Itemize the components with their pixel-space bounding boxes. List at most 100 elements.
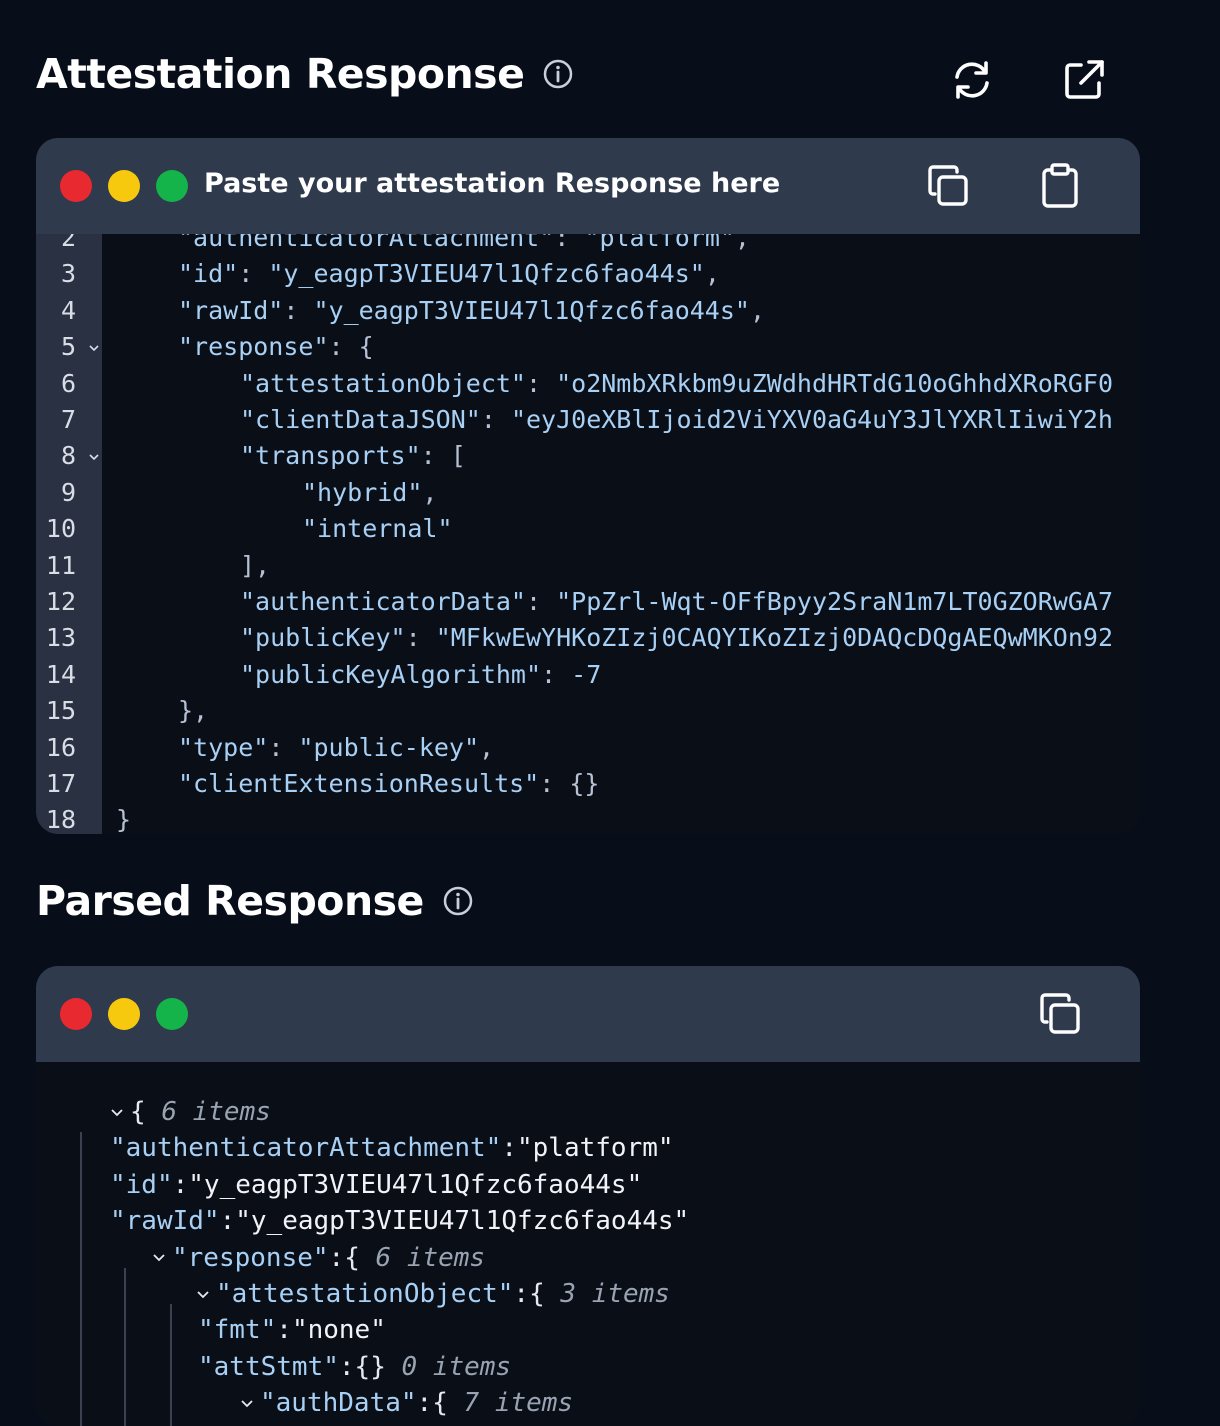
tree-token: "authenticatorAttachment" <box>110 1133 502 1164</box>
tree-token: : <box>276 1315 292 1346</box>
tree-token: "attStmt" <box>198 1351 339 1382</box>
code-token: "internal" <box>302 514 453 544</box>
tree-node[interactable]: { 6 items <box>110 1094 271 1130</box>
tree-token: 6 items <box>161 1097 271 1127</box>
tree-token: 0 items <box>401 1351 512 1382</box>
json-tree-view: { 6 items "authenticatorAttachment":"plat… <box>36 1062 1140 1426</box>
tree-token: 3 items <box>560 1279 670 1309</box>
attestation-panel-header: Paste your attestation Response here <box>36 138 1140 234</box>
code-editor[interactable]: 2 "authenticatorAttachment": "platform", 3… <box>36 234 1140 834</box>
line-number: 11 <box>45 550 76 580</box>
tree-token: { <box>130 1097 162 1127</box>
window-close-dot <box>60 998 92 1030</box>
code-line: 17 "clientExtensionResults": {} <box>36 766 1140 802</box>
info-icon[interactable] <box>542 58 574 90</box>
code-token: , <box>749 295 766 325</box>
code-token: ], <box>240 550 271 580</box>
tree-token: :{} <box>338 1351 402 1382</box>
line-number: 8 <box>60 441 76 471</box>
tree-token: "response" <box>172 1242 329 1273</box>
line-number: 10 <box>45 514 76 544</box>
code-line: 15}, <box>36 693 1140 729</box>
code-token: , <box>422 477 438 507</box>
line-number: 9 <box>60 477 76 507</box>
line-number: 12 <box>45 587 76 616</box>
code-token: "MFkwEwYHKoZIzj0CAQYIKoZIzj0DAQcDQgAEQwM… <box>435 623 1113 653</box>
clipboard-icon[interactable] <box>1036 162 1084 210</box>
code-token: "eyJ0eXBlIjoid2ViYXV0aG4uY3JlYXRlIiwiY2h <box>510 405 1113 434</box>
code-token: "transports" <box>240 441 421 471</box>
line-number: 3 <box>60 259 76 289</box>
tree-node: "attStmt":{} 0 items <box>198 1349 511 1385</box>
code-token: "publicKeyAlgorithm" <box>240 659 542 689</box>
paste-hint: Paste your attestation Response here <box>204 168 781 199</box>
tree-node[interactable]: "response":{ 6 items <box>152 1240 485 1276</box>
code-line: 12 "authenticatorData": "PpZrl-Wqt-OFfBpy… <box>36 584 1140 620</box>
tree-node[interactable]: "authData":{ 7 items <box>240 1385 573 1421</box>
refresh-icon[interactable] <box>948 56 996 104</box>
code-token: "publicKey" <box>240 623 406 653</box>
line-number: 17 <box>45 769 76 798</box>
fold-chevron-icon[interactable] <box>88 343 100 353</box>
code-token: "y_eagpT3VIEU47l1Qfzc6fao44s" <box>313 295 750 325</box>
copy-icon[interactable] <box>924 162 972 210</box>
code-token: : <box>283 295 314 325</box>
code-line: 8 "transports": [ <box>36 438 1140 474</box>
parsed-panel: { 6 items "authenticatorAttachment":"plat… <box>36 966 1140 1426</box>
code-line: 10 "internal" <box>36 511 1140 547</box>
code-line: 14 "publicKeyAlgorithm": -7 <box>36 657 1140 693</box>
expand-chevron-icon[interactable] <box>110 1108 124 1118</box>
code-token: , <box>734 234 750 252</box>
tree-node: "id":"y_eagpT3VIEU47l1Qfzc6fao44s" <box>110 1167 642 1203</box>
code-token: "authenticatorData" <box>240 587 526 616</box>
code-token: : <box>525 587 557 616</box>
code-token: : <box>480 405 511 434</box>
tree-node[interactable]: "attestationObject":{ 3 items <box>196 1276 670 1312</box>
fold-chevron-icon[interactable] <box>88 452 100 462</box>
code-line: 16 "type": "public-key", <box>36 730 1140 766</box>
code-token: : { <box>328 332 374 362</box>
copy-icon[interactable] <box>1036 990 1084 1038</box>
line-number: 14 <box>45 659 76 689</box>
attestation-title: Attestation Response <box>36 50 574 98</box>
code-line: 2 "authenticatorAttachment": "platform", <box>36 234 1140 256</box>
code-token: : <box>541 659 572 689</box>
code-line: 3 "id": "y_eagpT3VIEU47l1Qfzc6fao44s", <box>36 256 1140 292</box>
code-line: 4 "rawId": "y_eagpT3VIEU47l1Qfzc6fao44s", <box>36 293 1140 329</box>
code-line: 7 "clientDataJSON": "eyJ0eXBlIjoid2ViYXV0… <box>36 402 1140 438</box>
code-token: "clientDataJSON" <box>240 405 481 434</box>
code-token: : [ <box>420 441 466 471</box>
expand-chevron-icon[interactable] <box>240 1399 254 1409</box>
code-token: , <box>704 259 720 289</box>
tree-token: : <box>172 1169 189 1200</box>
parsed-title-text: Parsed Response <box>36 877 424 925</box>
info-icon[interactable] <box>442 885 474 917</box>
expand-chevron-icon[interactable] <box>196 1290 210 1300</box>
code-token: "type" <box>178 732 269 762</box>
tree-node: "authenticatorAttachment":"platform" <box>110 1130 674 1166</box>
code-token: : <box>238 259 269 289</box>
tree-token: "authData" <box>260 1388 417 1419</box>
code-token: "clientExtensionResults" <box>178 769 540 798</box>
expand-chevron-icon[interactable] <box>152 1253 166 1263</box>
code-token: "o2NmbXRkbm9uZWdhdHRTdG10oGhhdXRoRGF0 <box>556 368 1113 398</box>
code-token: , <box>479 732 495 762</box>
line-number: 5 <box>60 332 76 362</box>
code-token: "id" <box>178 259 239 289</box>
tree-token: : <box>219 1206 236 1237</box>
tree-token: "rawId" <box>110 1206 220 1237</box>
code-token: "y_eagpT3VIEU47l1Qfzc6fao44s" <box>268 259 705 289</box>
code-line: 9 "hybrid", <box>36 475 1140 511</box>
code-line: 5 "response": { <box>36 329 1140 365</box>
code-token: "attestationObject" <box>240 368 526 398</box>
tree-token: "fmt" <box>198 1315 277 1346</box>
tree-token: "y_eagpT3VIEU47l1Qfzc6fao44s" <box>235 1206 690 1237</box>
tree-token: :{ <box>328 1242 376 1273</box>
parsed-title: Parsed Response <box>36 877 474 925</box>
line-number: 15 <box>45 696 76 726</box>
external-link-icon[interactable] <box>1060 56 1108 104</box>
tree-token: 6 items <box>375 1242 486 1273</box>
tree-node: "fmt":"none" <box>198 1312 386 1348</box>
code-token: "rawId" <box>178 295 284 325</box>
tree-token: "platform" <box>517 1133 674 1164</box>
